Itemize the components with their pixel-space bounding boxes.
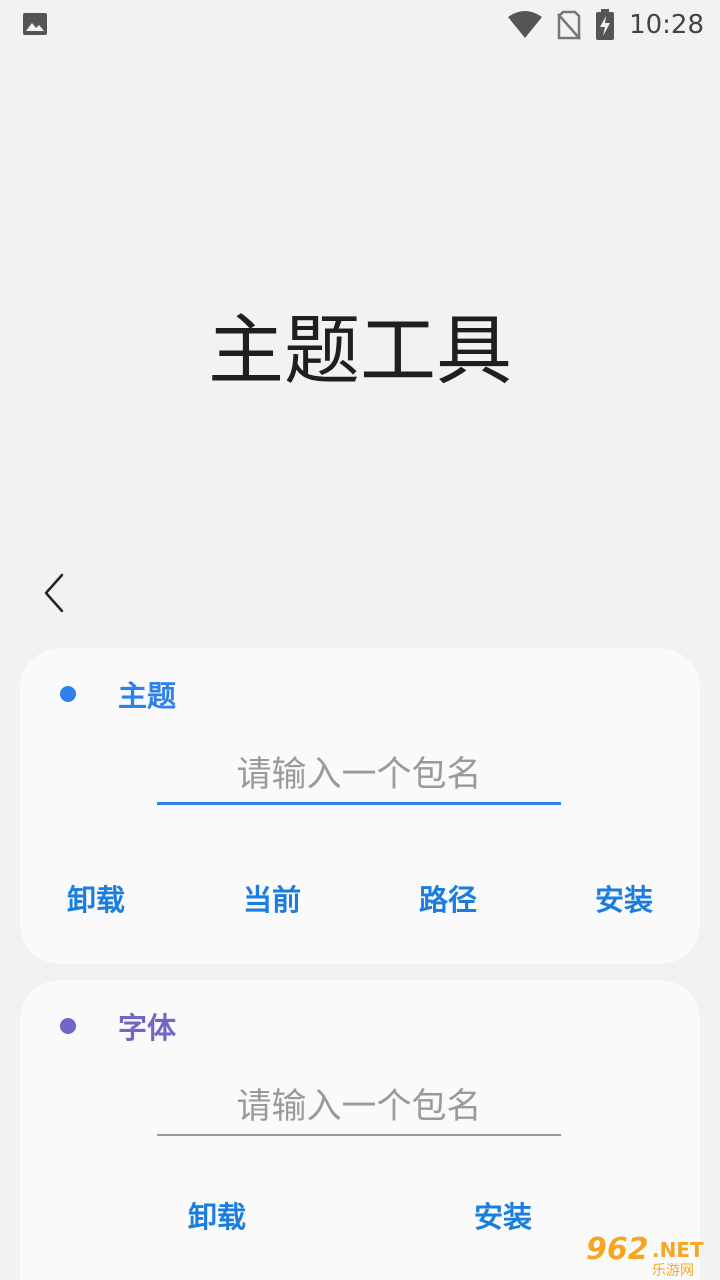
no-sim-icon: [557, 10, 582, 40]
font-input-underline: [157, 1134, 561, 1136]
theme-dot: [60, 686, 76, 702]
theme-card-title: 主题: [118, 679, 177, 713]
theme-install-button[interactable]: 安装: [584, 875, 664, 925]
chevron-left-icon: [44, 573, 64, 613]
font-card-title: 字体: [118, 1011, 177, 1045]
theme-path-button[interactable]: 路径: [408, 875, 488, 925]
wifi-icon: [508, 11, 543, 38]
theme-card-header: 主题: [60, 674, 176, 714]
theme-button-row: 卸载 当前 路径 安装: [20, 875, 700, 925]
battery-charging-icon: [596, 9, 615, 40]
watermark-label: 乐游网: [652, 1263, 694, 1279]
theme-current-button[interactable]: 当前: [232, 875, 312, 925]
font-package-input[interactable]: [157, 1082, 561, 1132]
gallery-icon: [23, 13, 47, 35]
theme-package-input[interactable]: [157, 750, 561, 800]
back-button[interactable]: [30, 566, 80, 620]
site-watermark: 962 .NET 乐游网: [586, 1232, 714, 1280]
status-time: 10:28: [629, 10, 704, 40]
status-bar: 10:28: [0, 0, 720, 50]
font-install-button[interactable]: 安装: [463, 1192, 543, 1242]
font-card-header: 字体: [60, 1006, 176, 1046]
theme-card: 主题 卸载 当前 路径 安装: [20, 648, 700, 964]
page-title: 主题工具: [208, 306, 512, 395]
theme-input-underline: [157, 802, 561, 805]
watermark-suffix: .NET: [652, 1238, 704, 1262]
font-dot: [60, 1018, 76, 1034]
watermark-number: 962: [586, 1232, 649, 1267]
font-uninstall-button[interactable]: 卸载: [177, 1192, 257, 1242]
theme-uninstall-button[interactable]: 卸载: [56, 875, 136, 925]
